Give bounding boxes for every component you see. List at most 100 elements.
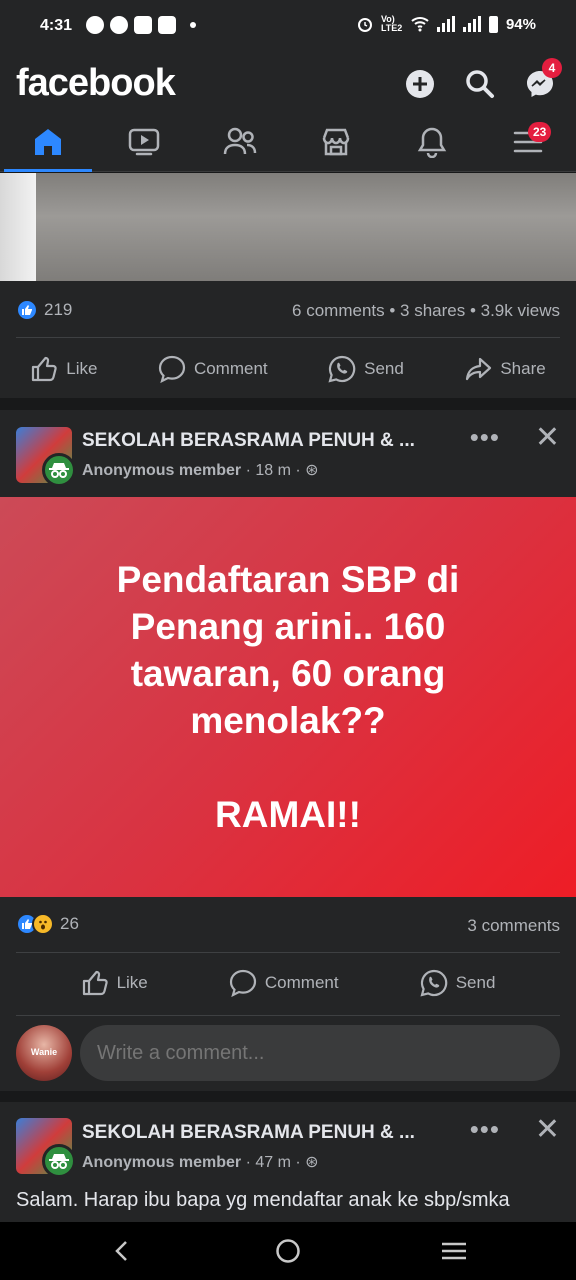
wow-reaction-icon [32, 913, 54, 935]
anonymous-icon [42, 1144, 76, 1178]
messenger-button[interactable]: 4 [522, 58, 562, 102]
post-time: · 47 m · [245, 1154, 301, 1171]
thumbs-up-icon [32, 356, 57, 382]
privacy-icon: ⊛ [305, 1154, 319, 1171]
like-button[interactable]: Like [81, 969, 148, 997]
post-1-footer: 219 6 comments • 3 shares • 3.9k views L… [0, 281, 576, 398]
post-meta: Anonymous member · 47 m · ⊛ [82, 1152, 319, 1172]
tab-home[interactable] [0, 112, 96, 172]
post-image[interactable]: Pendaftaran SBP di Penang arini.. 160 ta… [0, 497, 576, 897]
comment-icon [229, 969, 256, 997]
privacy-icon: ⊛ [305, 462, 319, 479]
image-text: Pendaftaran SBP di Penang arini.. 160 ta… [116, 559, 460, 835]
mail-icon [134, 16, 152, 34]
comment-input[interactable] [80, 1025, 560, 1081]
thumbs-up-icon [82, 970, 108, 996]
divider [16, 337, 560, 338]
user-avatar[interactable]: Wanie [16, 1025, 72, 1081]
divider [16, 1015, 560, 1016]
send-button[interactable]: Send [420, 969, 495, 997]
group-avatar[interactable] [16, 1118, 76, 1178]
post-actions: Like Comment Send [0, 954, 576, 1012]
comment-icon [158, 355, 186, 383]
share-button[interactable]: Share [464, 355, 546, 383]
author-name[interactable]: Anonymous member [82, 1154, 241, 1171]
notification-icons [86, 16, 196, 34]
home-circle-icon [276, 1239, 300, 1263]
post-meta: Anonymous member · 18 m · ⊛ [82, 460, 319, 480]
messenger-badge: 4 [542, 58, 562, 78]
battery-level: 94% [505, 15, 536, 33]
signal-icon-2 [462, 16, 481, 32]
hide-post-button[interactable]: ✕ [535, 420, 560, 455]
whatsapp-icon [86, 16, 104, 34]
tab-notifications[interactable] [384, 112, 480, 172]
avatar-label: Wanie [30, 1047, 58, 1057]
post-2-header: SEKOLAH BERASRAMA PENUH & ... Anonymous … [0, 410, 576, 497]
menu-badge: 23 [528, 122, 552, 142]
network-label: Vo) LTE2 [380, 14, 403, 33]
status-bar: 4:31 Vo) LTE2 94% [0, 0, 576, 52]
app-header: facebook 4 [0, 52, 576, 112]
comment-composer: Wanie [0, 1015, 576, 1091]
status-right: Vo) LTE2 94% [357, 15, 536, 33]
post-text: Salam. Harap ibu bapa yg mendaftar anak … [16, 1189, 510, 1211]
comment-button[interactable]: Comment [158, 355, 268, 383]
anonymous-icon [42, 453, 76, 487]
battery-icon [488, 15, 498, 33]
status-time: 4:31 [40, 17, 73, 34]
group-avatar[interactable] [16, 427, 76, 487]
share-icon [466, 357, 492, 381]
marketplace-icon [322, 128, 350, 156]
bell-icon [417, 127, 447, 158]
post-stats[interactable]: 6 comments • 3 shares • 3.9k views [292, 301, 560, 321]
tab-menu[interactable]: 23 [480, 112, 576, 172]
mail-icon-2 [158, 16, 176, 34]
reaction-count: 26 [60, 914, 79, 933]
facebook-logo: facebook [16, 62, 176, 104]
like-reaction-icon [16, 299, 38, 321]
reaction-count: 219 [44, 300, 73, 319]
more-options-button[interactable]: ••• [470, 1114, 500, 1145]
post-photo[interactable] [0, 173, 576, 281]
home-icon [35, 129, 61, 155]
whatsapp-send-icon [420, 969, 447, 997]
reaction-summary[interactable]: 219 [16, 299, 72, 321]
divider [16, 952, 560, 953]
photo-detail [0, 173, 36, 281]
tab-friends[interactable] [192, 112, 288, 172]
more-options-button[interactable]: ••• [470, 422, 500, 453]
plus-circle-icon [406, 70, 434, 98]
friends-icon [223, 127, 257, 155]
tab-video[interactable] [96, 112, 192, 172]
post-actions: Like Comment Send Share [0, 340, 576, 398]
home-system-button[interactable] [248, 1222, 328, 1280]
back-icon [115, 1241, 127, 1261]
reaction-summary[interactable]: 26 [16, 913, 79, 935]
alarm-icon [357, 18, 372, 32]
wifi-icon [411, 17, 429, 32]
video-icon [128, 128, 160, 156]
whatsapp-send-icon [328, 355, 356, 383]
create-button[interactable] [402, 66, 438, 102]
search-button[interactable] [462, 66, 498, 102]
hide-post-button[interactable]: ✕ [535, 1112, 560, 1147]
post-time: · 18 m · [245, 462, 301, 479]
more-notifications-dot [190, 22, 196, 28]
group-name[interactable]: SEKOLAH BERASRAMA PENUH & ... [82, 1122, 415, 1144]
tab-bar: 23 [0, 112, 576, 172]
messenger-status-icon [110, 16, 128, 34]
post-2-footer: 26 3 comments Like Comment Send [0, 897, 576, 1015]
like-button[interactable]: Like [30, 355, 97, 383]
send-button[interactable]: Send [328, 355, 404, 383]
tab-marketplace[interactable] [288, 112, 384, 172]
recents-icon [442, 1242, 466, 1260]
back-button[interactable] [82, 1222, 162, 1280]
comment-button[interactable]: Comment [229, 969, 339, 997]
group-name[interactable]: SEKOLAH BERASRAMA PENUH & ... [82, 430, 415, 452]
author-name[interactable]: Anonymous member [82, 462, 241, 479]
search-icon [466, 70, 494, 98]
recents-button[interactable] [414, 1222, 494, 1280]
system-nav-bar [0, 1222, 576, 1280]
post-stats[interactable]: 3 comments [467, 916, 560, 936]
